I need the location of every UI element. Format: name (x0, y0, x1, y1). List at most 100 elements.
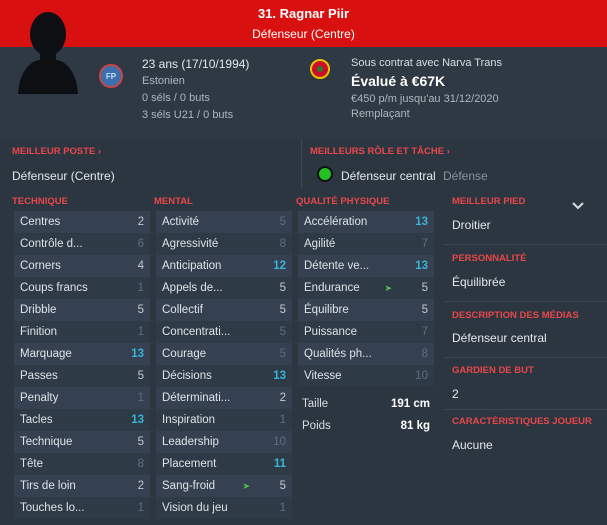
attribute-value: 1 (137, 392, 144, 404)
attribute-label: Sang-froid (162, 480, 216, 492)
attribute-value: 5 (421, 282, 428, 294)
attribute-row[interactable]: Marquage 13 (14, 343, 150, 365)
attribute-value: 10 (415, 370, 428, 382)
attribute-label: Endurance (304, 282, 360, 294)
attribute-label: Tête (20, 458, 44, 470)
attribute-label: Penalty (20, 392, 59, 404)
attribute-value: 1 (137, 282, 144, 294)
attribute-label: Leadership (162, 436, 219, 448)
player-nationality[interactable]: Estonien (142, 75, 185, 87)
attribute-row[interactable]: Penalty 1 (14, 387, 150, 409)
chevron-down-icon[interactable] (572, 199, 584, 213)
player-contract[interactable]: Sous contrat avec Narva Trans (351, 57, 502, 69)
attribute-row[interactable]: Activité 5 (156, 211, 292, 233)
attribute-label: Qualités ph... (304, 348, 372, 360)
attribute-value: 2 (137, 480, 144, 492)
attribute-row[interactable]: Corners 4 (14, 255, 150, 277)
attribute-row[interactable]: Courage 5 (156, 343, 292, 365)
attribute-row[interactable]: Agressivité 8 (156, 233, 292, 255)
attribute-value: 5 (137, 304, 144, 316)
attribute-row[interactable]: Placement 11 (156, 453, 292, 475)
attribute-row[interactable]: Finition 1 (14, 321, 150, 343)
height-row: Taille 191 cm (296, 393, 436, 415)
height-label: Taille (302, 398, 329, 410)
attribute-value: 13 (415, 260, 428, 272)
best-position-title[interactable]: MEILLEUR POSTE › (12, 146, 101, 157)
attribute-row[interactable]: Inspiration 1 (156, 409, 292, 431)
weight-value: 81 kg (400, 420, 430, 432)
player-caps: 0 séls / 0 buts (142, 92, 210, 104)
attribute-row[interactable]: Appels de... 5 (156, 277, 292, 299)
attribute-label: Appels de... (162, 282, 223, 294)
attribute-value: 10 (273, 436, 286, 448)
attribute-row[interactable]: Vitesse 10 (298, 365, 434, 387)
best-role-section[interactable]: MEILLEURS RÔLE ET TÂCHE › Défenseur cent… (303, 139, 607, 189)
divider (444, 244, 607, 245)
attribute-row[interactable]: Tirs de loin 2 (14, 475, 150, 497)
attribute-row[interactable]: Concentrati... 5 (156, 321, 292, 343)
attribute-row[interactable]: Technique 5 (14, 431, 150, 453)
attribute-label: Activité (162, 216, 200, 228)
attribute-value: 11 (273, 458, 286, 470)
improving-arrow-icon: ➤ (384, 282, 392, 293)
mental-attributes: Activité 5 Agressivité 8 Anticipation 12 Appel… (156, 211, 292, 519)
media-value: Défenseur central (452, 331, 547, 345)
attribute-label: Centres (20, 216, 61, 228)
attribute-row[interactable]: Sang-froid ➤ 5 (156, 475, 292, 497)
attribute-row[interactable]: Décisions 13 (156, 365, 292, 387)
attribute-row[interactable]: Centres 2 (14, 211, 150, 233)
player-silhouette-icon (18, 12, 78, 94)
attribute-row[interactable]: Dribble 5 (14, 299, 150, 321)
attribute-value: 5 (421, 304, 428, 316)
attribute-row[interactable]: Agilité 7 (298, 233, 434, 255)
attribute-row[interactable]: Vision du jeu 1 (156, 497, 292, 519)
attribute-label: Anticipation (162, 260, 222, 272)
player-squad-role: Remplaçant (351, 108, 410, 120)
player-header: 31. Ragnar Piir Défenseur (Centre) (0, 0, 607, 47)
physical-attributes: Accélération 13 Agilité 7 Détente ve... 13 End… (298, 211, 434, 387)
attribute-row[interactable]: Équilibre 5 (298, 299, 434, 321)
attribute-row[interactable]: Détente ve... 13 (298, 255, 434, 277)
role-rating-icon (317, 166, 333, 182)
best-foot-title: MEILLEUR PIED (452, 196, 526, 207)
attribute-row[interactable]: Qualités ph... 8 (298, 343, 434, 365)
attribute-label: Vision du jeu (162, 502, 228, 514)
attribute-row[interactable]: Collectif 5 (156, 299, 292, 321)
attribute-row[interactable]: Leadership 10 (156, 431, 292, 453)
attribute-value: 7 (421, 238, 428, 250)
attribute-row[interactable]: Passes 5 (14, 365, 150, 387)
traits-value: Aucune (452, 438, 493, 452)
attribute-row[interactable]: Déterminati... 2 (156, 387, 292, 409)
attribute-row[interactable]: Endurance ➤ 5 (298, 277, 434, 299)
attribute-label: Courage (162, 348, 207, 360)
attribute-value: 4 (137, 260, 144, 272)
club-badge-icon[interactable] (310, 59, 330, 79)
attribute-row[interactable]: Accélération 13 (298, 211, 434, 233)
height-value: 191 cm (390, 398, 430, 410)
nationality-badge-icon[interactable]: FP (99, 64, 123, 88)
attribute-label: Agressivité (162, 238, 219, 250)
attribute-row[interactable]: Coups francs 1 (14, 277, 150, 299)
attribute-row[interactable]: Tacles 13 (14, 409, 150, 431)
attribute-label: Agilité (304, 238, 336, 250)
best-role-title[interactable]: MEILLEURS RÔLE ET TÂCHE › (310, 146, 450, 157)
best-position-section[interactable]: MEILLEUR POSTE › Défenseur (Centre) (0, 139, 302, 189)
attribute-value: 5 (279, 348, 286, 360)
attribute-value: 13 (415, 216, 428, 228)
attribute-label: Puissance (304, 326, 358, 338)
attribute-label: Tirs de loin (20, 480, 76, 492)
attribute-value: 5 (279, 216, 286, 228)
attribute-row[interactable]: Puissance 7 (298, 321, 434, 343)
attribute-label: Concentrati... (162, 326, 231, 338)
attribute-value: 1 (137, 326, 144, 338)
best-foot-value: Droitier (452, 218, 491, 232)
attribute-label: Vitesse (304, 370, 342, 382)
attribute-value: 13 (273, 370, 286, 382)
attribute-label: Touches lo... (20, 502, 85, 514)
best-role-name: Défenseur central (341, 169, 436, 183)
attribute-row[interactable]: Tête 8 (14, 453, 150, 475)
attribute-row[interactable]: Contrôle d... 6 (14, 233, 150, 255)
attribute-row[interactable]: Anticipation 12 (156, 255, 292, 277)
attribute-row[interactable]: Touches lo... 1 (14, 497, 150, 519)
attribute-label: Marquage (20, 348, 72, 360)
